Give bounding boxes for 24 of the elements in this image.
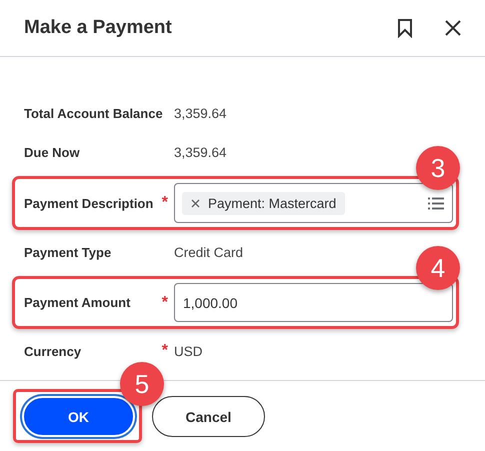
field-value: Credit Card	[174, 244, 244, 260]
required-marker: *	[162, 342, 168, 360]
field-label: Total Account Balance	[24, 106, 163, 120]
dialog-title: Make a Payment	[24, 17, 173, 39]
selected-tag[interactable]: Payment: Mastercard	[182, 192, 346, 214]
field-label: Payment Amount	[24, 295, 130, 310]
field-label: Due Now	[24, 144, 80, 160]
step-number: 3	[416, 146, 460, 190]
field-label: Payment Type	[24, 244, 112, 260]
field-value: USD	[174, 344, 203, 358]
list-icon[interactable]	[428, 196, 444, 210]
field-label: Payment Description	[24, 196, 154, 210]
field-label: Currency	[24, 344, 82, 358]
required-marker: *	[162, 294, 168, 312]
required-marker: *	[162, 194, 168, 212]
amount-input[interactable]: 1,000.00	[174, 283, 453, 322]
ok-button[interactable]: OK	[22, 396, 135, 437]
remove-icon[interactable]	[191, 198, 200, 208]
cancel-button[interactable]: Cancel	[152, 396, 265, 437]
payment-description-field[interactable]: Payment: Mastercard	[174, 183, 453, 223]
field-value: 3,359.64	[174, 144, 227, 160]
field-value: 3,359.64	[174, 106, 227, 120]
step-number: 4	[416, 246, 460, 290]
step-number: 5	[120, 362, 164, 406]
